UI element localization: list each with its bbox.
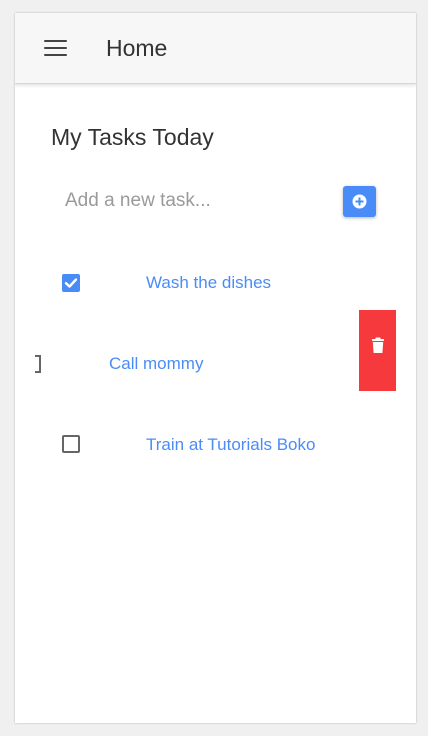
task-item: Wash the dishes [15,229,416,310]
task-item: Train at Tutorials Boko [15,391,416,472]
page-title: Home [106,35,168,61]
task-checkbox[interactable] [35,355,41,373]
app-screen: Home My Tasks Today Wash the dishes Call… [15,13,416,723]
task-item-swiped: Call mommy [15,310,416,391]
task-checkbox[interactable] [62,274,80,292]
hamburger-menu-icon [44,40,67,42]
menu-button[interactable] [44,38,68,58]
trash-icon [372,337,384,353]
new-task-input[interactable] [65,187,325,215]
task-label[interactable]: Train at Tutorials Boko [146,435,315,455]
hamburger-menu-icon-line [44,47,67,49]
plus-circle-icon [352,194,367,209]
task-checkbox[interactable] [62,435,80,453]
add-task-button[interactable] [343,186,376,217]
delete-task-button[interactable] [359,310,396,391]
app-header: Home [15,13,416,84]
check-icon [64,278,78,288]
task-label[interactable]: Wash the dishes [146,273,271,293]
section-title: My Tasks Today [51,124,214,150]
hamburger-menu-icon-line [44,54,67,56]
task-label[interactable]: Call mommy [109,354,203,374]
